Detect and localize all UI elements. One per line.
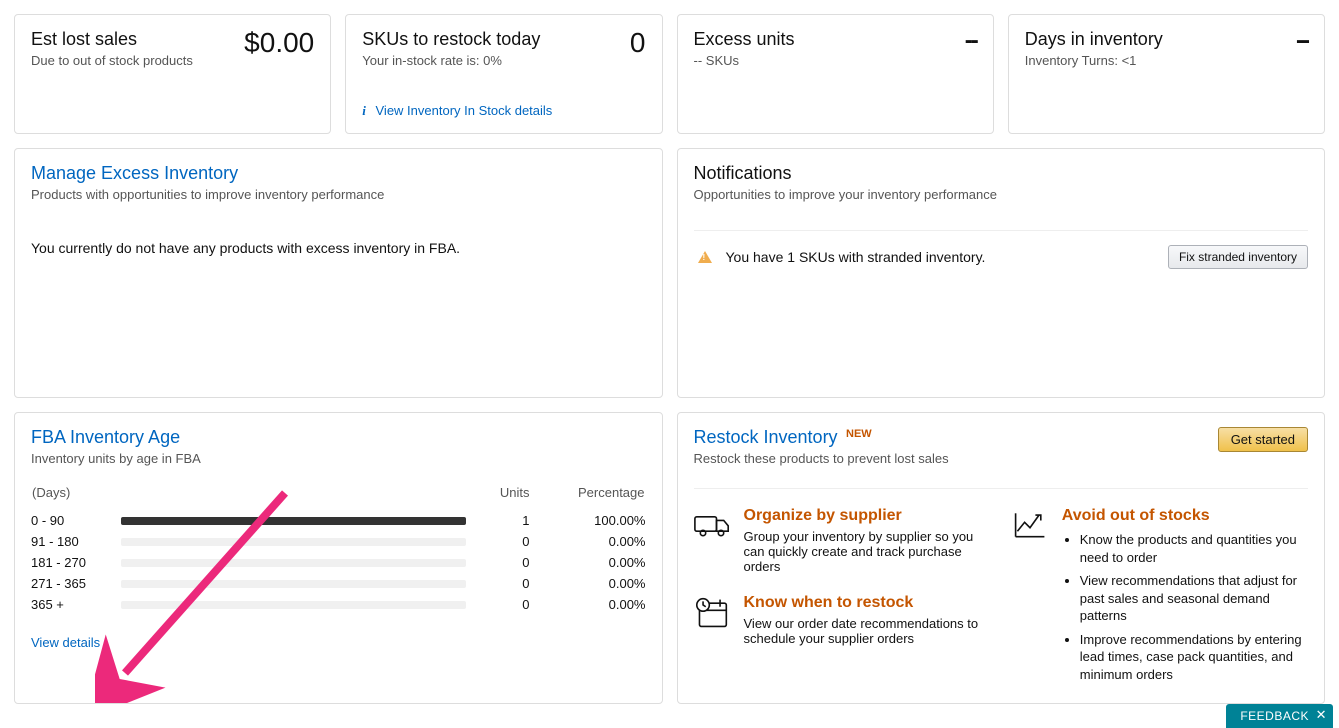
age-bar-cell <box>121 531 466 552</box>
table-row: 0 - 90 1100.00% <box>31 510 646 531</box>
table-row: 91 - 180 00.00% <box>31 531 646 552</box>
age-pct: 0.00% <box>546 552 646 573</box>
restock-today-sub: Your in-stock rate is: 0% <box>362 53 540 68</box>
truck-icon <box>694 507 730 574</box>
restock-sub: Restock these products to prevent lost s… <box>694 451 949 466</box>
info-icon: i <box>362 103 366 118</box>
view-details-link[interactable]: View details <box>31 635 100 650</box>
age-col-units: Units <box>466 484 546 510</box>
age-range: 181 - 270 <box>31 552 121 573</box>
list-item: Know the products and quantities you nee… <box>1080 531 1308 566</box>
organize-head: Organize by supplier <box>744 507 990 525</box>
age-bar-cell <box>121 510 466 531</box>
card-restock-inventory: Restock Inventory NEW Restock these prod… <box>677 412 1326 704</box>
table-row: 365 + 00.00% <box>31 594 646 615</box>
age-range: 271 - 365 <box>31 573 121 594</box>
card-skus-restock-today: SKUs to restock today Your in-stock rate… <box>345 14 662 134</box>
age-range: 365 + <box>31 594 121 615</box>
notifications-sub: Opportunities to improve your inventory … <box>694 187 1309 202</box>
fba-age-sub: Inventory units by age in FBA <box>31 451 646 466</box>
get-started-button[interactable]: Get started <box>1218 427 1308 452</box>
feedback-label: FEEDBACK <box>1240 709 1309 723</box>
age-bar-cell <box>121 552 466 573</box>
age-units: 0 <box>466 531 546 552</box>
age-bar-cell <box>121 573 466 594</box>
avoid-head: Avoid out of stocks <box>1062 507 1308 525</box>
card-excess-units: Excess units -- SKUs -- <box>677 14 994 134</box>
age-range: 0 - 90 <box>31 510 121 531</box>
know-when-body: View our order date recommendations to s… <box>744 616 990 646</box>
warning-icon <box>698 251 712 263</box>
card-days-in-inventory: Days in inventory Inventory Turns: <1 -- <box>1008 14 1325 134</box>
card-notifications: Notifications Opportunities to improve y… <box>677 148 1326 398</box>
days-inventory-value: -- <box>1296 29 1308 53</box>
age-units: 0 <box>466 594 546 615</box>
age-range: 91 - 180 <box>31 531 121 552</box>
age-bar-cell <box>121 594 466 615</box>
new-badge: NEW <box>846 428 872 440</box>
age-col-pct: Percentage <box>546 484 646 510</box>
age-pct: 100.00% <box>546 510 646 531</box>
line-chart-icon <box>1012 507 1048 689</box>
manage-excess-body: You currently do not have any products w… <box>31 240 646 256</box>
age-units: 0 <box>466 573 546 594</box>
excess-units-title: Excess units <box>694 29 795 50</box>
table-row: 271 - 365 00.00% <box>31 573 646 594</box>
card-manage-excess-inventory: Manage Excess Inventory Products with op… <box>14 148 663 398</box>
close-icon[interactable]: ✕ <box>1316 707 1327 723</box>
age-pct: 0.00% <box>546 531 646 552</box>
fba-age-table: (Days) Units Percentage 0 - 901100.00%91… <box>31 484 646 615</box>
restock-title-link[interactable]: Restock Inventory <box>694 427 838 447</box>
organize-body: Group your inventory by supplier so you … <box>744 529 990 574</box>
restock-today-value: 0 <box>630 29 646 57</box>
days-inventory-title: Days in inventory <box>1025 29 1163 50</box>
notifications-title: Notifications <box>694 163 1309 184</box>
fba-age-title-link[interactable]: FBA Inventory Age <box>31 427 646 448</box>
notification-alert-text: You have 1 SKUs with stranded inventory. <box>726 249 1158 265</box>
days-inventory-sub: Inventory Turns: <1 <box>1025 53 1163 68</box>
fix-stranded-inventory-button[interactable]: Fix stranded inventory <box>1168 245 1308 269</box>
excess-units-sub: -- SKUs <box>694 53 795 68</box>
calendar-clock-icon <box>694 594 730 646</box>
age-pct: 0.00% <box>546 573 646 594</box>
age-units: 0 <box>466 552 546 573</box>
list-item: View recommendations that adjust for pas… <box>1080 572 1308 625</box>
avoid-bullets-list: Know the products and quantities you nee… <box>1062 531 1308 683</box>
restock-today-title: SKUs to restock today <box>362 29 540 50</box>
age-pct: 0.00% <box>546 594 646 615</box>
view-in-stock-details-link[interactable]: View Inventory In Stock details <box>376 103 553 118</box>
age-col-days: (Days) <box>31 484 121 510</box>
excess-units-value: -- <box>965 29 977 53</box>
know-when-head: Know when to restock <box>744 594 990 612</box>
manage-excess-title-link[interactable]: Manage Excess Inventory <box>31 163 646 184</box>
age-units: 1 <box>466 510 546 531</box>
list-item: Improve recommendations by entering lead… <box>1080 631 1308 684</box>
lost-sales-value: $0.00 <box>244 29 314 57</box>
feedback-tab[interactable]: FEEDBACK ✕ <box>1226 704 1333 728</box>
lost-sales-title: Est lost sales <box>31 29 193 50</box>
card-fba-inventory-age: FBA Inventory Age Inventory units by age… <box>14 412 663 704</box>
card-est-lost-sales: Est lost sales Due to out of stock produ… <box>14 14 331 134</box>
table-row: 181 - 270 00.00% <box>31 552 646 573</box>
manage-excess-sub: Products with opportunities to improve i… <box>31 187 646 202</box>
lost-sales-sub: Due to out of stock products <box>31 53 193 68</box>
